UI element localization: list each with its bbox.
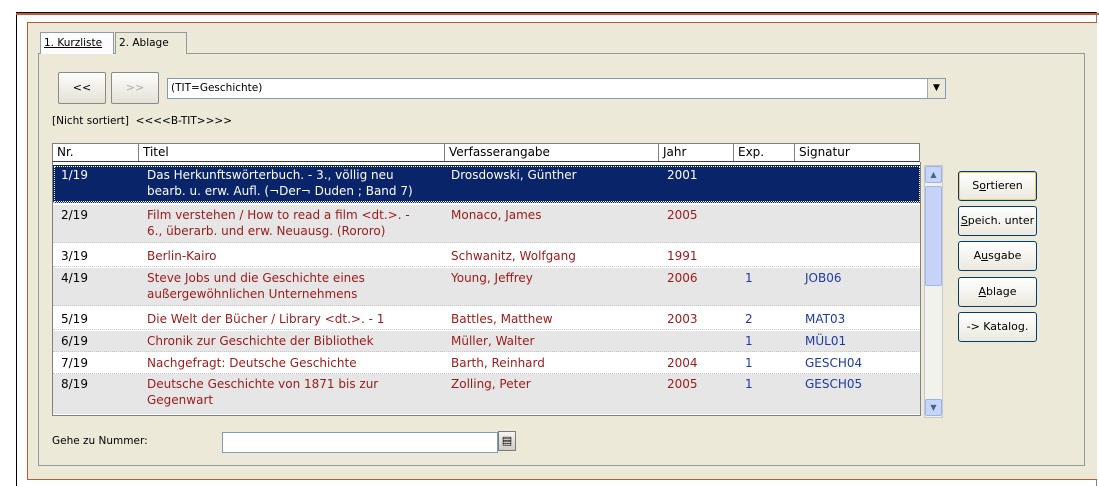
goto-label: Gehe zu Nummer: [52, 435, 148, 447]
scroll-up-icon[interactable]: ▲ [925, 166, 942, 183]
vertical-scrollbar[interactable]: ▲ ▼ [924, 165, 943, 418]
cell-year: 2003 [667, 312, 698, 326]
table-row[interactable]: 1/19 Das Herkunftswörterbuch. - 3., völl… [53, 165, 920, 203]
cell-nr: 6/19 [61, 334, 88, 348]
tab-kurzliste-label: 1. Kurzliste [44, 37, 103, 49]
cell-signature: MÜL01 [805, 334, 847, 348]
cell-exp: 2 [745, 312, 753, 326]
cell-nr: 2/19 [61, 208, 88, 222]
cell-title: Berlin-Kairo [147, 249, 217, 263]
column-header-signatur[interactable]: Signatur [795, 144, 919, 161]
cell-signature: MAT03 [805, 312, 846, 326]
table-row[interactable]: 2/19 Film verstehen / How to read a film… [53, 205, 920, 243]
cell-nr: 4/19 [61, 271, 88, 285]
cell-signature: JOB06 [805, 271, 842, 285]
query-select[interactable]: (TIT=Geschichte) [167, 78, 946, 99]
cell-author: Barth, Reinhard [451, 356, 545, 370]
cell-nr: 8/19 [61, 377, 88, 391]
cell-year: 2004 [667, 356, 698, 370]
tab-ablage[interactable]: 2. Ablage [115, 32, 187, 54]
table-row[interactable]: 3/19 Berlin-Kairo Schwanitz, Wolfgang 19… [53, 246, 920, 267]
cell-nr: 1/19 [61, 168, 88, 182]
cell-title: Film verstehen / How to read a film <dt.… [147, 208, 410, 238]
cell-title: Nachgefragt: Deutsche Geschichte [147, 356, 357, 370]
scrollbar-thumb[interactable] [925, 186, 942, 286]
column-header-titel[interactable]: Titel [139, 144, 445, 161]
cell-nr: 7/19 [61, 356, 88, 370]
list-header: Nr. Titel Verfasserangabe Jahr Exp. Sign… [52, 143, 920, 162]
table-row[interactable]: 7/19 Nachgefragt: Deutsche Geschichte Ba… [53, 353, 920, 374]
catalog-button[interactable]: -> Katalog. [958, 312, 1037, 342]
cell-exp: 1 [745, 377, 753, 391]
cell-author: Drosdowski, Günther [451, 168, 577, 182]
cell-author: Battles, Matthew [451, 312, 553, 326]
table-row[interactable]: 8/19 Deutsche Geschichte von 1871 bis zu… [53, 374, 920, 414]
cell-author: Müller, Walter [451, 334, 535, 348]
cell-year: 2005 [667, 377, 698, 391]
cell-year: 2005 [667, 208, 698, 222]
cell-exp: 1 [745, 356, 753, 370]
cell-signature: GESCH04 [805, 356, 863, 370]
query-value: (TIT=Geschichte) [171, 82, 263, 94]
table-row[interactable]: 5/19 Die Welt der Bücher / Library <dt.>… [53, 309, 920, 330]
list-picker-icon[interactable]: ▤ [498, 431, 516, 451]
column-header-jahr[interactable]: Jahr [659, 144, 734, 161]
column-header-nr[interactable]: Nr. [53, 144, 139, 161]
goto-number-input[interactable] [222, 432, 498, 453]
cell-author: Schwanitz, Wolfgang [451, 249, 576, 263]
result-list[interactable]: 1/19 Das Herkunftswörterbuch. - 3., völl… [52, 162, 921, 416]
column-header-exp[interactable]: Exp. [734, 144, 795, 161]
cell-signature: GESCH05 [805, 377, 863, 391]
cell-exp: 1 [745, 334, 753, 348]
save-under-button[interactable]: Speich. unter [958, 206, 1037, 236]
scroll-down-icon[interactable]: ▼ [925, 399, 942, 416]
cell-exp: 1 [745, 271, 753, 285]
cell-title: Chronik zur Geschichte der Bibliothek [147, 334, 374, 348]
cell-title: Steve Jobs und die Geschichte eines auße… [147, 271, 365, 301]
cell-nr: 3/19 [61, 249, 88, 263]
cell-author: Young, Jeffrey [451, 271, 533, 285]
cell-author: Zolling, Peter [451, 377, 531, 391]
ablage-button[interactable]: Ablage [958, 277, 1037, 307]
table-row[interactable]: 6/19 Chronik zur Geschichte der Biblioth… [53, 331, 920, 352]
cell-title: Deutsche Geschichte von 1871 bis zur Geg… [147, 377, 379, 407]
cell-year: 1991 [667, 249, 698, 263]
cell-title: Das Herkunftswörterbuch. - 3., völlig ne… [147, 168, 413, 198]
table-row[interactable]: 4/19 Steve Jobs und die Geschichte eines… [53, 268, 920, 306]
tab-ablage-label: 2. Ablage [119, 37, 169, 49]
window-accent-line [16, 13, 1099, 15]
cell-nr: 5/19 [61, 312, 88, 326]
sort-button[interactable]: Sortieren [958, 171, 1037, 201]
output-button[interactable]: Ausgabe [958, 241, 1037, 271]
cell-year: 2001 [667, 168, 698, 182]
next-page-button[interactable]: >> [111, 72, 159, 104]
prev-page-button[interactable]: << [58, 72, 106, 104]
cell-title: Die Welt der Bücher / Library <dt.>. - 1 [147, 312, 385, 326]
chevron-down-icon[interactable]: ▼ [927, 79, 945, 98]
column-header-verfasser[interactable]: Verfasserangabe [445, 144, 659, 161]
cell-year: 2006 [667, 271, 698, 285]
cell-author: Monaco, James [451, 208, 542, 222]
sort-status: [Nicht sortiert] <<<<B-TIT>>>> [52, 115, 232, 127]
tab-kurzliste[interactable]: 1. Kurzliste [40, 32, 114, 54]
